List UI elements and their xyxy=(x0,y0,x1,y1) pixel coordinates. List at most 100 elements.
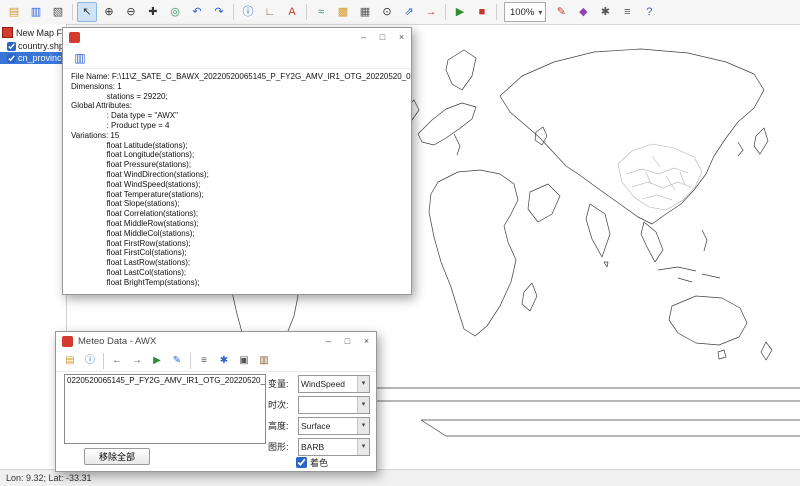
stop-animation-icon[interactable]: ■ xyxy=(472,2,492,22)
metadata-line: float WindDirection(stations); xyxy=(71,170,403,180)
meteo-data-dialog: Meteo Data - AWX – □ × ▤ⓘ ←→▶✎ ≡✱▣▥ 022052… xyxy=(55,331,377,472)
save-text-icon[interactable]: ▥ xyxy=(70,48,90,68)
toolbar-separator xyxy=(306,4,307,20)
save-icon[interactable]: ▥ xyxy=(26,2,46,22)
toolbar-separator xyxy=(445,4,446,20)
metadata-line: Variations: 15 xyxy=(71,131,403,141)
toolbar-separator xyxy=(103,353,104,369)
time-field: 时次: ▾ xyxy=(268,396,370,413)
metadata-line: : Product type = 4 xyxy=(71,121,403,131)
edit-plot-icon[interactable]: ✎ xyxy=(168,352,186,370)
metadata-line: : Data type = "AWX" xyxy=(71,111,403,121)
metadata-line: float MiddleRow(stations); xyxy=(71,219,403,229)
vector-icon[interactable]: → xyxy=(421,2,441,22)
maximize-button[interactable]: □ xyxy=(373,28,392,47)
time-select[interactable]: ▾ xyxy=(298,396,370,414)
layer-visibility-checkbox[interactable] xyxy=(7,54,16,63)
metadata-line: float Longitude(stations); xyxy=(71,150,403,160)
plot-type-label: 图形: xyxy=(268,440,298,453)
identify-icon[interactable]: ⓘ xyxy=(238,2,258,22)
china-province-borders xyxy=(618,144,702,210)
wind-barb-icon[interactable]: ⇗ xyxy=(399,2,419,22)
metadata-line: stations = 29220; xyxy=(71,92,403,102)
next-time-icon[interactable]: → xyxy=(128,352,146,370)
variable-field: 变量: WindSpeed ▾ xyxy=(268,375,370,392)
toolbar-separator xyxy=(496,4,497,20)
colored-label: 着色 xyxy=(310,456,328,469)
close-button[interactable]: × xyxy=(357,332,376,351)
help-icon[interactable]: ? xyxy=(639,2,659,22)
metadata-text: File Name: F:\11\Z_SATE_C_BAWX_202205200… xyxy=(63,69,411,291)
zoom-in-icon[interactable]: ⊕ xyxy=(99,2,119,22)
contour-icon[interactable]: ≈ xyxy=(311,2,331,22)
metadata-line: float Temperature(stations); xyxy=(71,190,403,200)
app-icon xyxy=(62,336,73,347)
close-button[interactable]: × xyxy=(392,28,411,47)
level-label: 高度: xyxy=(268,419,298,432)
play-animation-icon[interactable]: ▶ xyxy=(450,2,470,22)
export-data-icon[interactable]: ▥ xyxy=(255,352,273,370)
previous-time-icon[interactable]: ← xyxy=(108,352,126,370)
open-data-icon[interactable]: ▤ xyxy=(61,352,79,370)
edit-pen-icon[interactable]: ✎ xyxy=(551,2,571,22)
data-info-icon[interactable]: ⓘ xyxy=(81,352,99,370)
draw-plot-icon[interactable]: ▶ xyxy=(148,352,166,370)
time-label: 时次: xyxy=(268,398,298,411)
metadata-line: float BrightTemp(stations); xyxy=(71,278,403,288)
layer-item-cn-province[interactable]: cn_province.s... xyxy=(0,52,66,64)
measure-icon[interactable]: ∟ xyxy=(260,2,280,22)
plot-settings-icon[interactable]: ✱ xyxy=(215,352,233,370)
variable-value: WindSpeed xyxy=(299,379,357,389)
meteo-dialog-titlebar[interactable]: Meteo Data - AWX – □ × xyxy=(56,332,376,351)
zoom-level-combo[interactable]: 100% ▾ xyxy=(504,2,546,22)
remove-all-button[interactable]: 移除全部 xyxy=(84,448,150,465)
minimize-button[interactable]: – xyxy=(319,332,338,351)
print-icon[interactable]: ▧ xyxy=(48,2,68,22)
zoom-next-icon[interactable]: ↷ xyxy=(209,2,229,22)
save-image-icon[interactable]: ▣ xyxy=(235,352,253,370)
open-icon[interactable]: ▤ xyxy=(4,2,24,22)
palette-icon[interactable]: ◆ xyxy=(573,2,593,22)
meteo-dialog-body: 0220520065145_P_FY2G_AMV_IR1_OTG_2022052… xyxy=(56,372,376,472)
main-toolbar: ▤▥▧ ↖⊕⊖✚◎↶↷ ⓘ∟A ≈▩▦⊙⇗→ ▶■ 100% ▾ ✎◆✱≡? xyxy=(0,0,800,25)
select-icon[interactable]: ↖ xyxy=(77,2,97,22)
maximize-button[interactable]: □ xyxy=(338,332,357,351)
layer-item-country[interactable]: country.shp xyxy=(0,40,66,52)
opened-file-list[interactable]: 0220520065145_P_FY2G_AMV_IR1_OTG_2022052… xyxy=(64,374,266,444)
metadata-dialog-titlebar[interactable]: – □ × xyxy=(63,28,411,47)
label-icon[interactable]: A xyxy=(282,2,302,22)
toolbar-icons-left: ▤▥▧ ↖⊕⊖✚◎↶↷ ⓘ∟A ≈▩▦⊙⇗→ ▶■ xyxy=(3,2,500,22)
variable-select[interactable]: WindSpeed ▾ xyxy=(298,375,370,393)
metadata-line: float MiddleCol(stations); xyxy=(71,229,403,239)
plot-type-select[interactable]: BARB ▾ xyxy=(298,438,370,456)
colored-checkbox[interactable] xyxy=(296,457,307,468)
grid-icon[interactable]: ▦ xyxy=(355,2,375,22)
pan-icon[interactable]: ✚ xyxy=(143,2,163,22)
full-extent-icon[interactable]: ◎ xyxy=(165,2,185,22)
zoom-previous-icon[interactable]: ↶ xyxy=(187,2,207,22)
chevron-down-icon: ▾ xyxy=(538,8,542,17)
metadata-line: float FirstCol(stations); xyxy=(71,248,403,258)
settings-icon[interactable]: ✱ xyxy=(595,2,615,22)
map-frame-item[interactable]: New Map Fram... xyxy=(0,24,66,40)
shaded-icon[interactable]: ▩ xyxy=(333,2,353,22)
status-coordinates: Lon: 9.32; Lat: -33.31 xyxy=(6,473,92,483)
layers-icon[interactable]: ≡ xyxy=(617,2,637,22)
metadata-line: Dimensions: 1 xyxy=(71,82,403,92)
plot-type-value: BARB xyxy=(299,442,357,452)
layer-visibility-checkbox[interactable] xyxy=(7,42,16,51)
app-icon xyxy=(69,32,80,43)
metadata-toolbar: ▥ xyxy=(63,47,411,69)
station-plot-icon[interactable]: ⊙ xyxy=(377,2,397,22)
toolbar-separator xyxy=(233,4,234,20)
toolbar-icons-right: ✎◆✱≡? xyxy=(550,2,660,22)
colored-checkbox-field[interactable]: 着色 xyxy=(296,456,328,469)
zoom-out-icon[interactable]: ⊖ xyxy=(121,2,141,22)
level-select[interactable]: Surface ▾ xyxy=(298,417,370,435)
variable-list-icon[interactable]: ≡ xyxy=(195,352,213,370)
minimize-button[interactable]: – xyxy=(354,28,373,47)
file-list-item[interactable]: 0220520065145_P_FY2G_AMV_IR1_OTG_2022052… xyxy=(67,376,263,385)
metadata-line: float FirstRow(stations); xyxy=(71,239,403,249)
metadata-line: Global Attributes: xyxy=(71,101,403,111)
window-controls: – □ × xyxy=(319,332,376,351)
